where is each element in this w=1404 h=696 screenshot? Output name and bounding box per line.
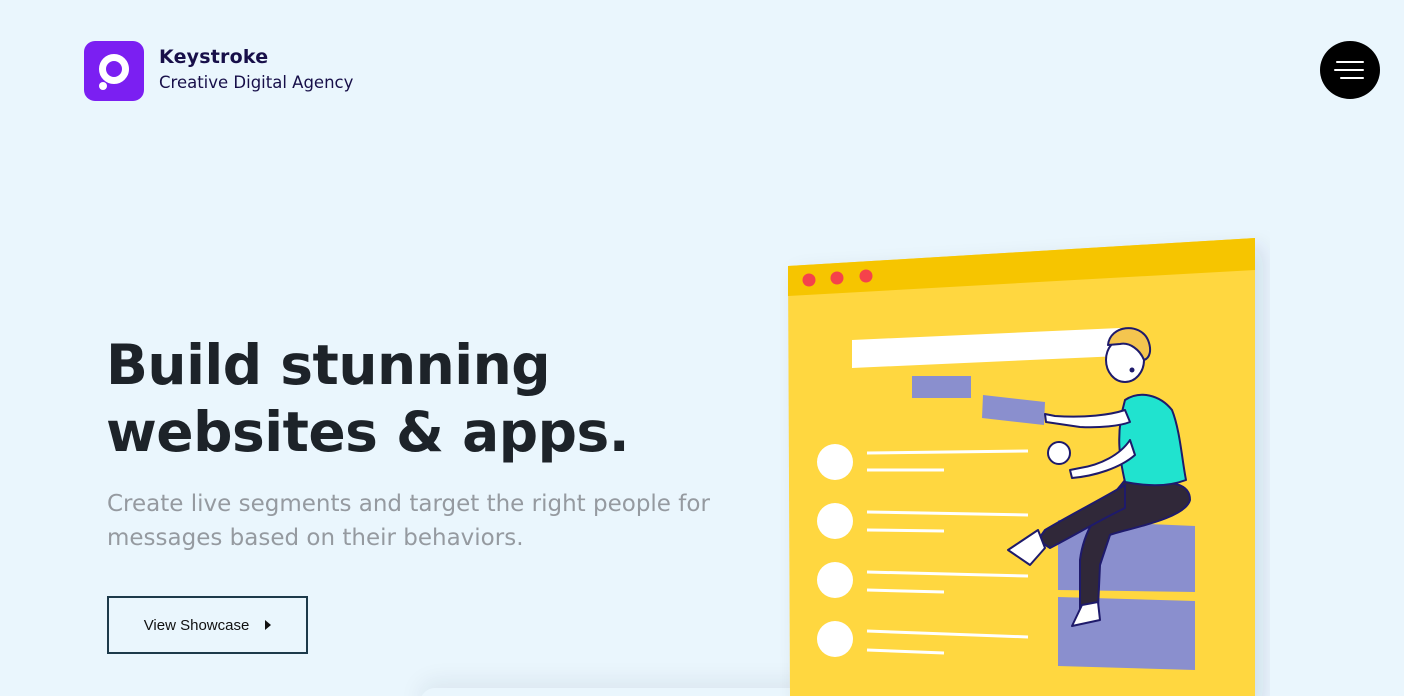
hero-illustration bbox=[788, 238, 1255, 696]
landing-page: Keystroke Creative Digital Agency Build … bbox=[0, 0, 1404, 696]
brand-text: Keystroke Creative Digital Agency bbox=[159, 46, 353, 92]
keystroke-logo-icon bbox=[84, 41, 144, 101]
window-dot-icon bbox=[802, 273, 816, 287]
hero-headline: Build stunning websites & apps. bbox=[106, 333, 630, 464]
brand-name: Keystroke bbox=[159, 46, 269, 68]
view-showcase-label: View Showcase bbox=[143, 616, 250, 634]
view-showcase-button[interactable]: View Showcase bbox=[107, 596, 308, 654]
hero-subtext: Create live segments and target the righ… bbox=[107, 491, 710, 551]
caret-right-icon bbox=[265, 620, 272, 630]
window-dot-icon bbox=[859, 269, 873, 283]
window-dot-icon bbox=[830, 271, 844, 285]
brand-tagline: Creative Digital Agency bbox=[159, 73, 354, 92]
brand-link[interactable]: Keystroke Creative Digital Agency bbox=[84, 41, 353, 101]
menu-button[interactable] bbox=[1320, 41, 1380, 99]
